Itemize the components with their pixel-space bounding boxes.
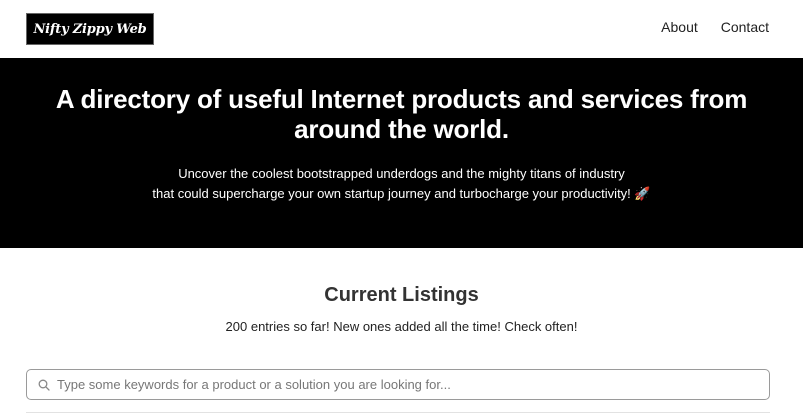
listing-card-top-edge (26, 412, 770, 416)
listings-section: Current Listings 200 entries so far! New… (0, 248, 803, 335)
site-logo[interactable]: Nifty Zippy Web (26, 13, 154, 45)
hero-subtitle: Uncover the coolest bootstrapped underdo… (82, 164, 722, 204)
nav-links: About Contact (661, 19, 769, 35)
nav-link-about[interactable]: About (661, 19, 698, 35)
hero-title: A directory of useful Internet products … (55, 84, 748, 144)
nav-link-contact[interactable]: Contact (721, 19, 769, 35)
search-icon (38, 379, 50, 391)
search-input[interactable] (57, 377, 737, 392)
top-navigation-bar: Nifty Zippy Web About Contact (0, 0, 803, 58)
search-box[interactable] (26, 369, 770, 400)
listings-heading: Current Listings (324, 284, 479, 306)
listings-count: 200 entries so far! New ones added all t… (225, 319, 578, 334)
hero-banner: A directory of useful Internet products … (0, 58, 803, 248)
hero-subtitle-line-1: Uncover the coolest bootstrapped underdo… (178, 166, 625, 181)
hero-subtitle-line-2: that could supercharge your own startup … (152, 186, 651, 201)
